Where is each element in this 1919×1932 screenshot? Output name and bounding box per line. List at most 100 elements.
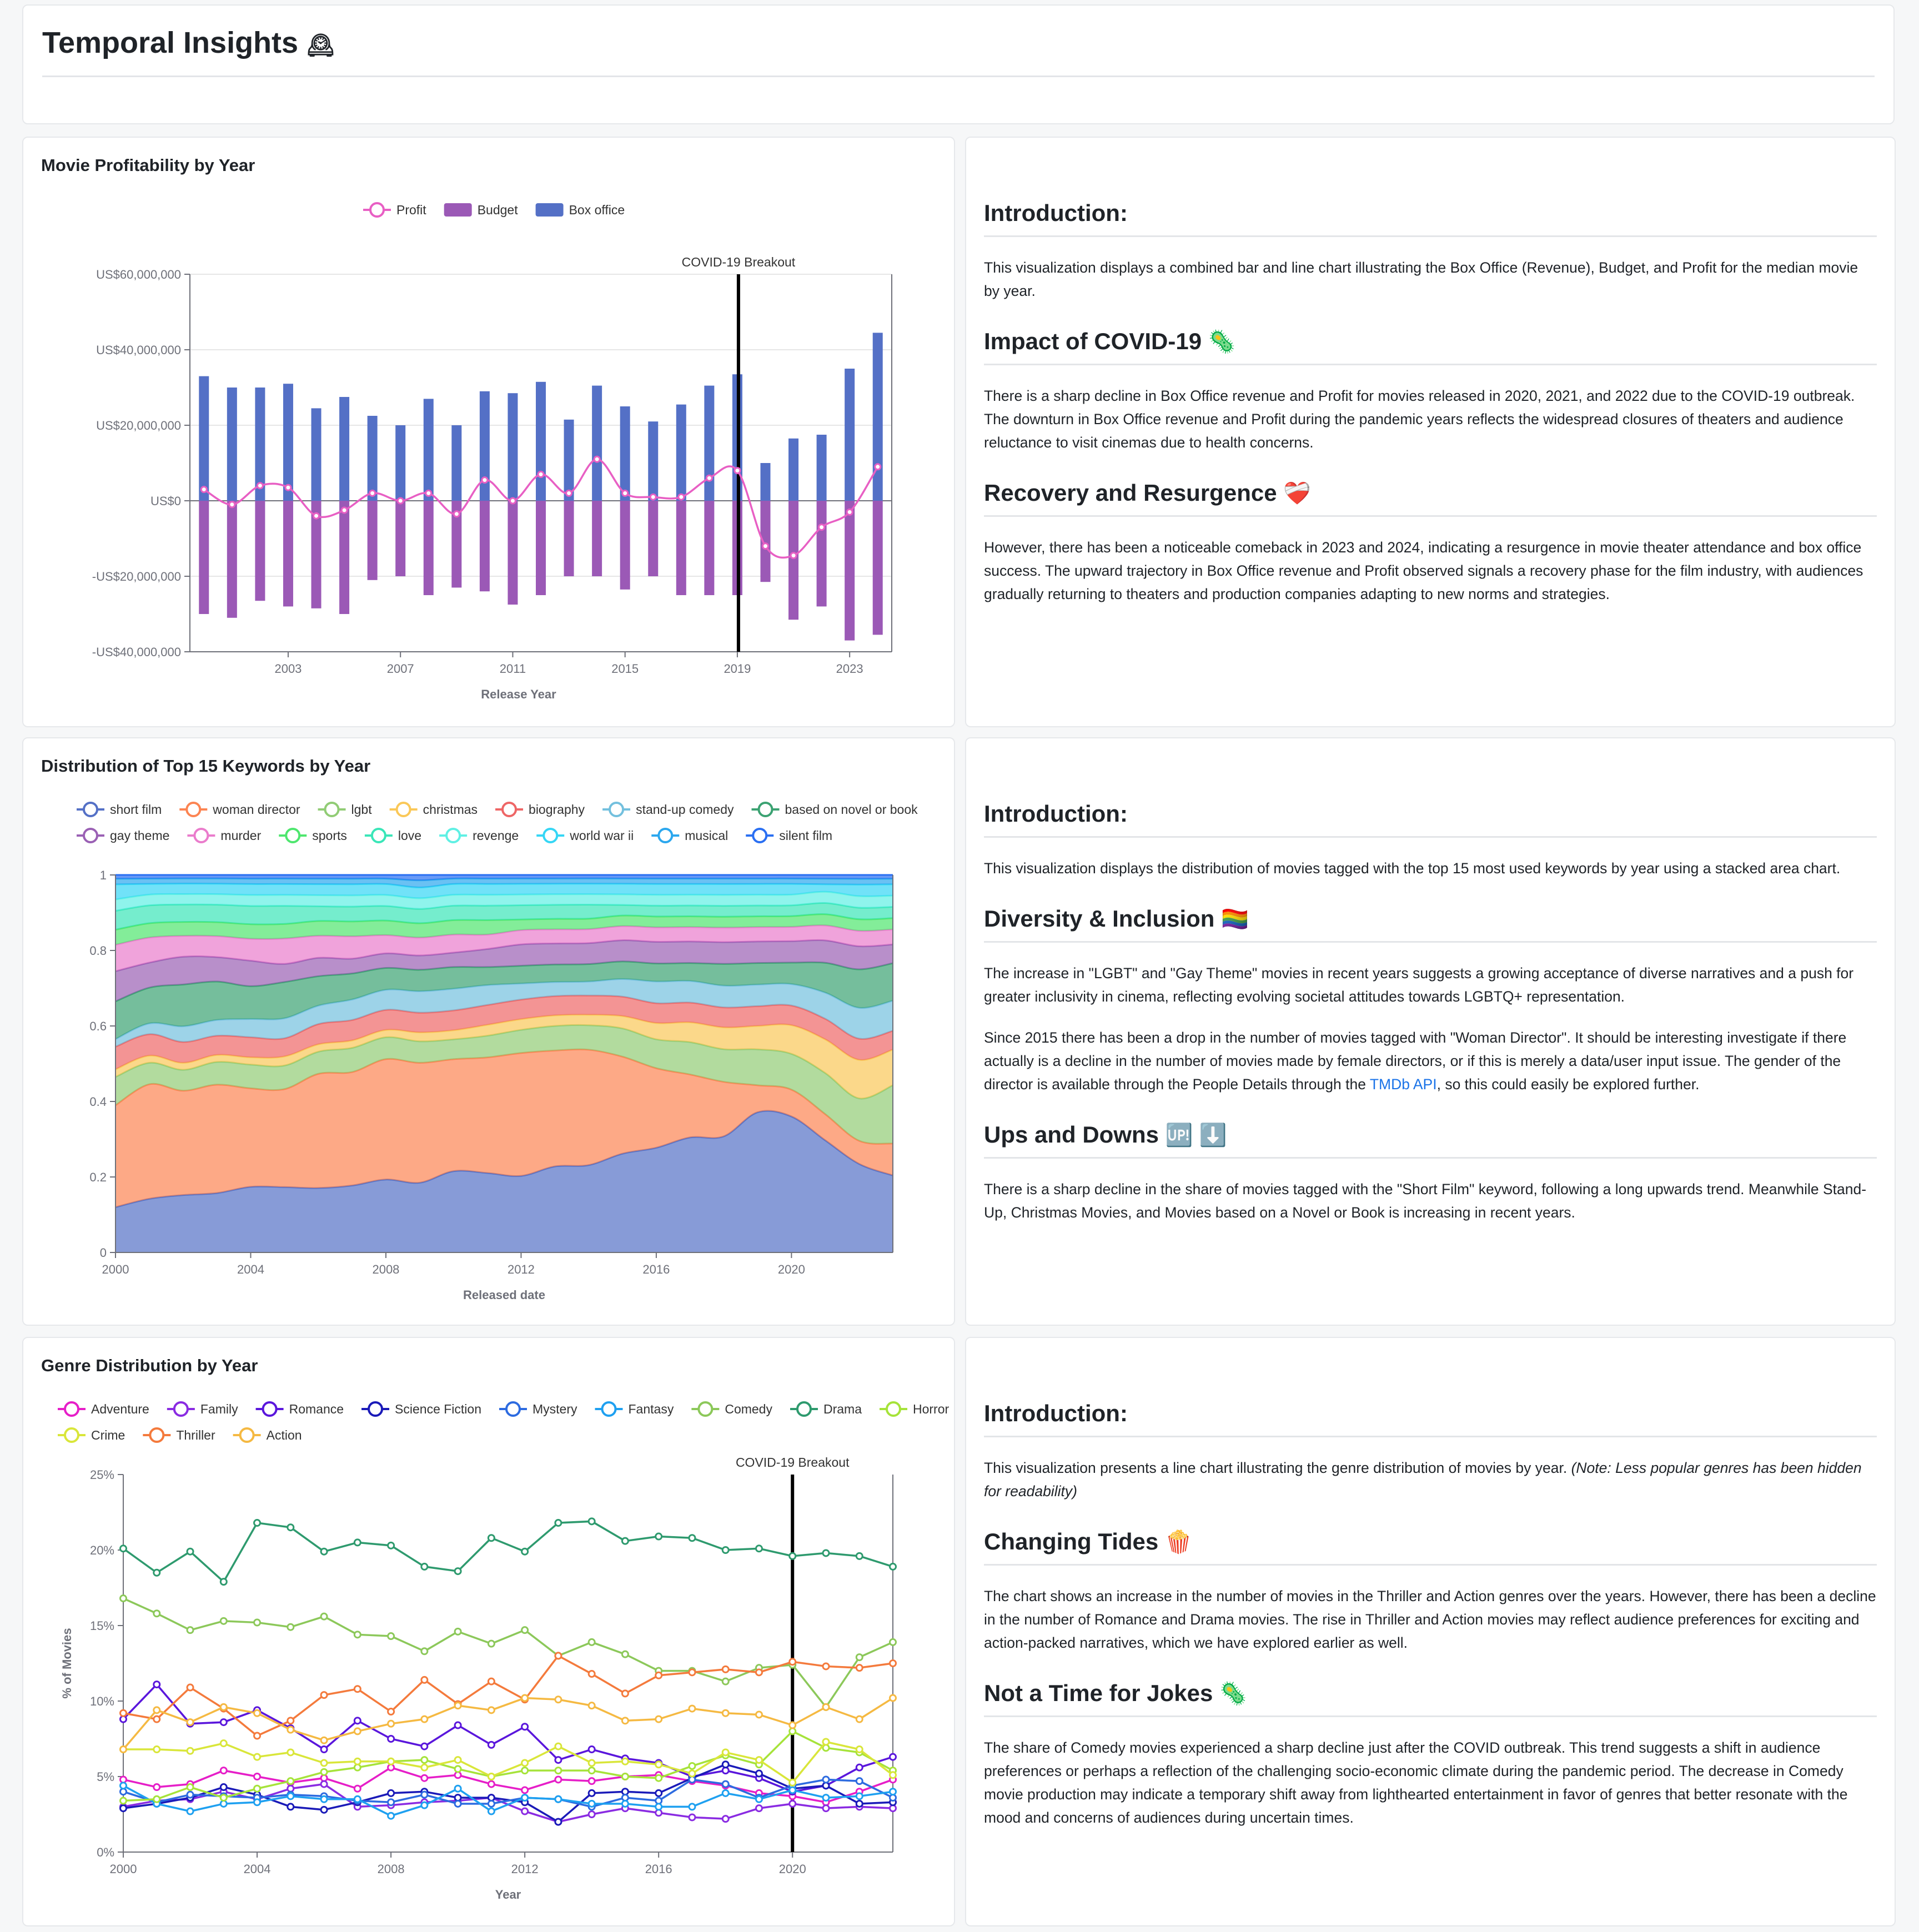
legend-label-musical: musical (685, 828, 728, 843)
point-romance (320, 1745, 328, 1754)
y-tick-label: 0.8 (89, 944, 107, 958)
point-romance (487, 1740, 495, 1749)
point-comedy (855, 1653, 863, 1662)
point-thriller (755, 1668, 763, 1677)
point-fantasy (788, 1786, 797, 1794)
y-tick-label: 5% (97, 1770, 114, 1784)
point-fantasy (655, 1803, 663, 1811)
point-science-fiction (655, 1789, 663, 1797)
point-action (788, 1721, 797, 1729)
y-tick-label: 0 (100, 1246, 107, 1260)
profit-point (593, 455, 601, 463)
profitability-chart-card: Movie Profitability by Year Profit Budget… (22, 137, 955, 727)
point-drama (721, 1546, 730, 1554)
point-mystery (721, 1780, 730, 1788)
point-comedy (219, 1617, 228, 1625)
jokes-body: The share of Comedy movies experienced a… (984, 1739, 1848, 1826)
bar-box-office (283, 384, 293, 501)
intro-heading: Introduction: (984, 801, 1877, 838)
point-mystery (420, 1790, 429, 1799)
legend-marker-lgbt (324, 802, 340, 817)
point-fantasy (855, 1792, 863, 1800)
profitability-chart[interactable]: Profit Budget Box office -US$40,000,000 -US$… (23, 138, 955, 727)
profit-point (565, 489, 573, 497)
point-crime (521, 1759, 529, 1767)
legend-label-murder: murder (220, 828, 261, 843)
legend-marker-thriller (149, 1427, 165, 1443)
ups-downs-body: There is a sharp decline in the share of… (984, 1181, 1867, 1221)
genre-text-card: Introduction: This visualization present… (965, 1337, 1896, 1926)
point-crime (153, 1745, 161, 1754)
point-science-fiction (119, 1804, 127, 1813)
point-action (219, 1703, 228, 1711)
page-title-text: Temporal Insights (42, 26, 299, 59)
bar-box-office (872, 333, 883, 501)
title-divider (42, 76, 1875, 77)
point-action (487, 1706, 495, 1714)
legend-label-woman-director: woman director (212, 802, 300, 817)
tmdb-api-link[interactable]: TMDb API (1370, 1076, 1437, 1093)
point-thriller (788, 1658, 797, 1666)
bar-box-office (339, 397, 350, 501)
point-horror (153, 1795, 161, 1803)
legend-marker-adventure (64, 1401, 79, 1417)
point-romance (153, 1681, 161, 1689)
point-crime (287, 1748, 295, 1757)
legend-label-sports: sports (312, 828, 347, 843)
woman-director-body: Since 2015 there has been a drop in the … (984, 1026, 1877, 1096)
point-fantasy (320, 1795, 328, 1803)
legend-marker-mystery (505, 1401, 521, 1417)
point-drama (655, 1532, 663, 1541)
point-drama (420, 1562, 429, 1571)
point-drama (521, 1547, 529, 1556)
point-adventure (420, 1774, 429, 1782)
point-drama (554, 1519, 562, 1527)
bar-budget (676, 501, 686, 595)
point-comedy (487, 1639, 495, 1648)
bar-budget (592, 501, 602, 576)
covid-heading-text: Impact of COVID-19 (984, 328, 1202, 354)
bar-box-office (479, 391, 490, 501)
point-science-fiction (219, 1783, 228, 1792)
genre-chart[interactable]: Adventure Family Romance Science Fiction Mys… (23, 1338, 955, 1926)
legend-label-biography: biography (529, 802, 585, 817)
mantelpiece-clock-icon: 🕰 (307, 33, 335, 58)
point-action (587, 1702, 596, 1710)
point-comedy (353, 1631, 361, 1639)
point-crime (721, 1748, 730, 1757)
point-drama (186, 1547, 194, 1556)
y-tick-label: US$20,000,000 (96, 419, 181, 432)
point-mystery (387, 1798, 395, 1807)
point-science-fiction (822, 1782, 830, 1790)
point-comedy (320, 1612, 328, 1621)
keywords-chart-card: Distribution of Top 15 Keywords by Year … (22, 737, 955, 1326)
legend-marker-short-film (83, 802, 98, 817)
point-science-fiction (721, 1760, 730, 1769)
x-tick-label: 2016 (645, 1862, 672, 1876)
legend-marker-sports (285, 828, 301, 843)
y-tick-label: 15% (90, 1619, 114, 1633)
keywords-chart[interactable]: short film woman director lgbt christmas bio… (23, 738, 955, 1326)
point-fantasy (521, 1794, 529, 1802)
microbe-icon: 🦠 (1208, 330, 1236, 354)
profit-point (425, 489, 433, 497)
x-tick-label: 2008 (378, 1862, 405, 1876)
point-drama (587, 1517, 596, 1526)
covid-marker-label: COVID-19 Breakout (682, 255, 796, 269)
point-mystery (822, 1775, 830, 1784)
point-fantasy (186, 1807, 194, 1815)
point-thriller (655, 1671, 663, 1679)
profitability-text-card: Introduction: This visualization display… (965, 137, 1896, 727)
point-romance (387, 1735, 395, 1743)
y-tick-label: 10% (90, 1694, 114, 1708)
x-tick-label: 2012 (511, 1862, 539, 1876)
legend-label-family: Family (200, 1402, 238, 1416)
point-fantasy (822, 1794, 830, 1802)
point-comedy (287, 1623, 295, 1631)
point-comedy (521, 1626, 529, 1634)
point-science-fiction (587, 1789, 596, 1797)
point-horror (788, 1727, 797, 1735)
point-family (688, 1813, 696, 1822)
legend-label-adventure: Adventure (91, 1402, 149, 1416)
y-tick-label: 25% (90, 1468, 114, 1482)
